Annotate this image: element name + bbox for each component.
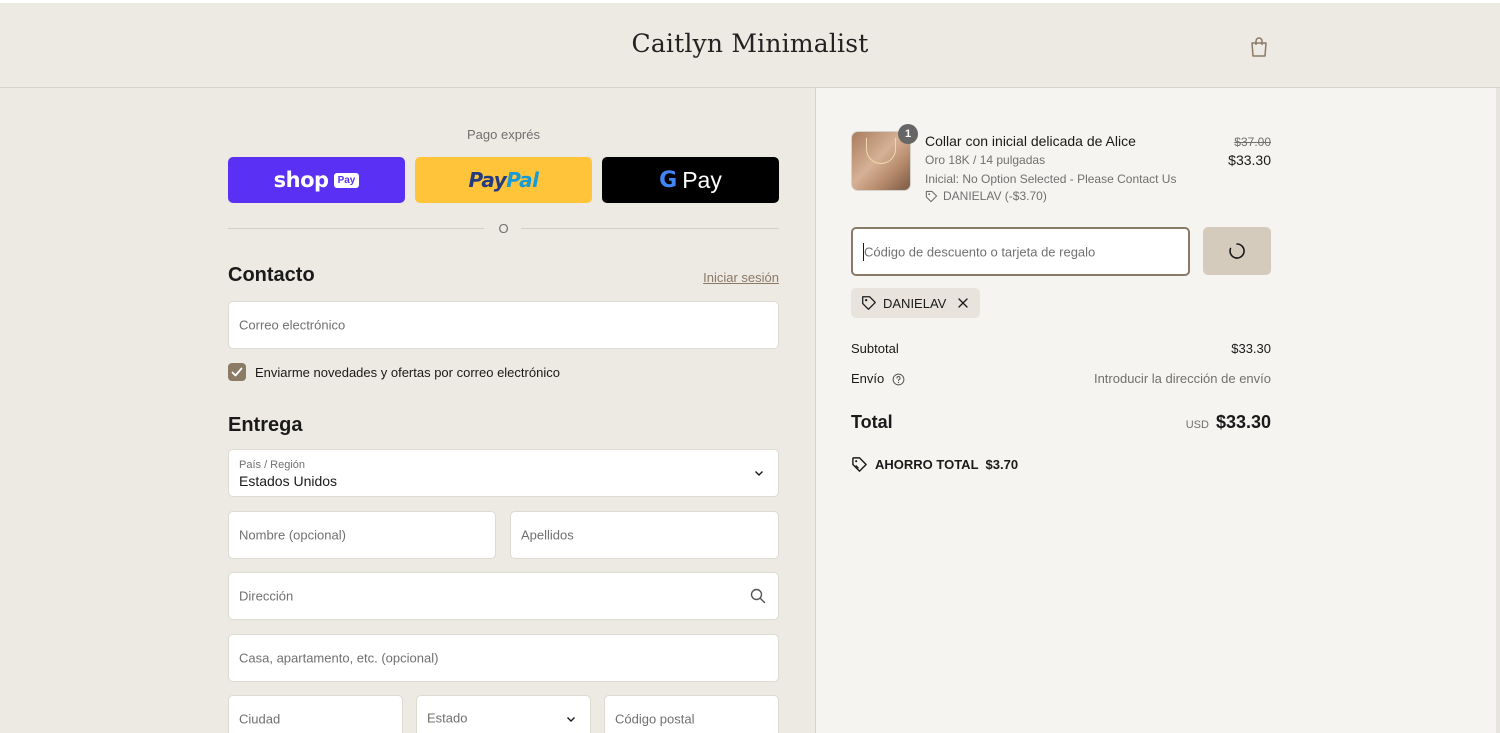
paypal-logo: PayPal: [468, 168, 539, 192]
product-variant: Oro 18K / 14 pulgadas: [925, 153, 1046, 167]
original-price: $37.00: [1234, 135, 1271, 149]
express-checkout-title: Pago exprés: [467, 127, 540, 142]
applied-discount-code: DANIELAV: [883, 295, 947, 311]
page-scrollbar[interactable]: [1496, 88, 1500, 733]
state-select[interactable]: Estado: [416, 695, 591, 733]
chevron-down-icon: [755, 471, 763, 476]
product-name: Collar con inicial delicada de Alice: [925, 133, 1136, 149]
shipping-label-row: Envío: [851, 371, 905, 386]
product-option: Inicial: No Option Selected - Please Con…: [925, 172, 1177, 186]
product-discount-text: DANIELAV (-$3.70): [943, 189, 1047, 203]
search-icon: [750, 588, 766, 604]
email-placeholder: Correo electrónico: [239, 317, 346, 333]
discount-placeholder: Código de descuento o tarjeta de regalo: [864, 244, 1096, 259]
shipping-value: Introducir la dirección de envío: [1093, 371, 1271, 386]
divider-text: O: [498, 221, 509, 236]
last-name-field[interactable]: Apellidos: [510, 511, 779, 559]
close-icon[interactable]: [956, 296, 970, 310]
email-field[interactable]: Correo electrónico: [228, 301, 779, 349]
google-pay-button[interactable]: G Pay: [602, 157, 779, 203]
help-icon[interactable]: [892, 373, 905, 386]
total-savings: AHORRO TOTAL $3.70: [851, 456, 1018, 473]
apartment-placeholder: Casa, apartamento, etc. (opcional): [239, 650, 439, 666]
savings-label: AHORRO TOTAL: [875, 457, 979, 472]
total-value: $33.30: [1215, 412, 1271, 432]
tag-icon: [862, 296, 876, 310]
address-field[interactable]: Dirección: [228, 572, 779, 620]
shop-pay-button[interactable]: shop Pay: [228, 157, 405, 203]
paypal-button[interactable]: PayPal: [415, 157, 592, 203]
paypal-logo-pal: Pal: [506, 168, 539, 192]
city-placeholder: Ciudad: [239, 711, 281, 727]
total-currency: USD: [1185, 419, 1209, 431]
shopping-bag-icon[interactable]: [1249, 36, 1269, 58]
shop-pay-logo: shop: [273, 168, 329, 192]
apartment-field[interactable]: Casa, apartamento, etc. (opcional): [228, 634, 779, 682]
savings-value: $3.70: [985, 457, 1019, 472]
shop-pay-badge: Pay: [333, 172, 360, 188]
first-name-placeholder: Nombre (opcional): [239, 527, 346, 543]
google-g-icon: G: [659, 167, 678, 193]
loading-spinner-icon: [1229, 243, 1245, 259]
chevron-down-icon: [567, 717, 575, 722]
shipping-label: Envío: [851, 371, 885, 386]
apply-discount-button[interactable]: [1203, 227, 1271, 275]
checkout-form-panel: Pago exprés shop Pay PayPal G Pay O Cont…: [0, 88, 815, 733]
order-summary-panel: 1 Collar con inicial delicada de Alice O…: [815, 88, 1500, 733]
newsletter-checkbox[interactable]: [228, 363, 246, 381]
subtotal-value: $33.30: [1231, 341, 1271, 356]
necklace-chain-graphic: [866, 138, 896, 164]
current-price: $33.30: [1228, 152, 1271, 168]
subtotal-label: Subtotal: [851, 341, 899, 356]
contact-title: Contacto: [228, 264, 315, 286]
zip-placeholder: Código postal: [615, 711, 695, 727]
checkmark-icon: [231, 367, 243, 377]
store-name[interactable]: Caitlyn Minimalist: [0, 29, 1500, 58]
zip-field[interactable]: Código postal: [604, 695, 779, 733]
last-name-placeholder: Apellidos: [521, 527, 574, 543]
product-discount: DANIELAV (-$3.70): [925, 189, 1047, 203]
country-label: País / Región: [239, 459, 306, 471]
delivery-title: Entrega: [228, 414, 303, 436]
discount-code-input[interactable]: Código de descuento o tarjeta de regalo: [851, 227, 1190, 276]
state-placeholder: Estado: [427, 710, 468, 726]
total-label: Total: [851, 412, 893, 432]
google-pay-label: Pay: [682, 166, 722, 193]
first-name-field[interactable]: Nombre (opcional): [228, 511, 496, 559]
login-link[interactable]: Iniciar sesión: [703, 270, 779, 285]
country-select[interactable]: País / Región Estados Unidos: [228, 449, 779, 497]
country-value: Estados Unidos: [239, 473, 338, 489]
checkout-header: Caitlyn Minimalist: [0, 3, 1500, 88]
paypal-logo-pay: Pay: [468, 168, 507, 192]
newsletter-label[interactable]: Enviarme novedades y ofertas por correo …: [255, 365, 560, 380]
address-placeholder: Dirección: [239, 588, 294, 604]
total-amount: USD $33.30: [1186, 412, 1271, 433]
savings-tag-icon: [852, 457, 867, 472]
applied-discount-chip: DANIELAV: [851, 288, 981, 318]
tag-icon: [925, 190, 938, 202]
city-field[interactable]: Ciudad: [228, 695, 403, 733]
quantity-badge: 1: [898, 124, 918, 144]
